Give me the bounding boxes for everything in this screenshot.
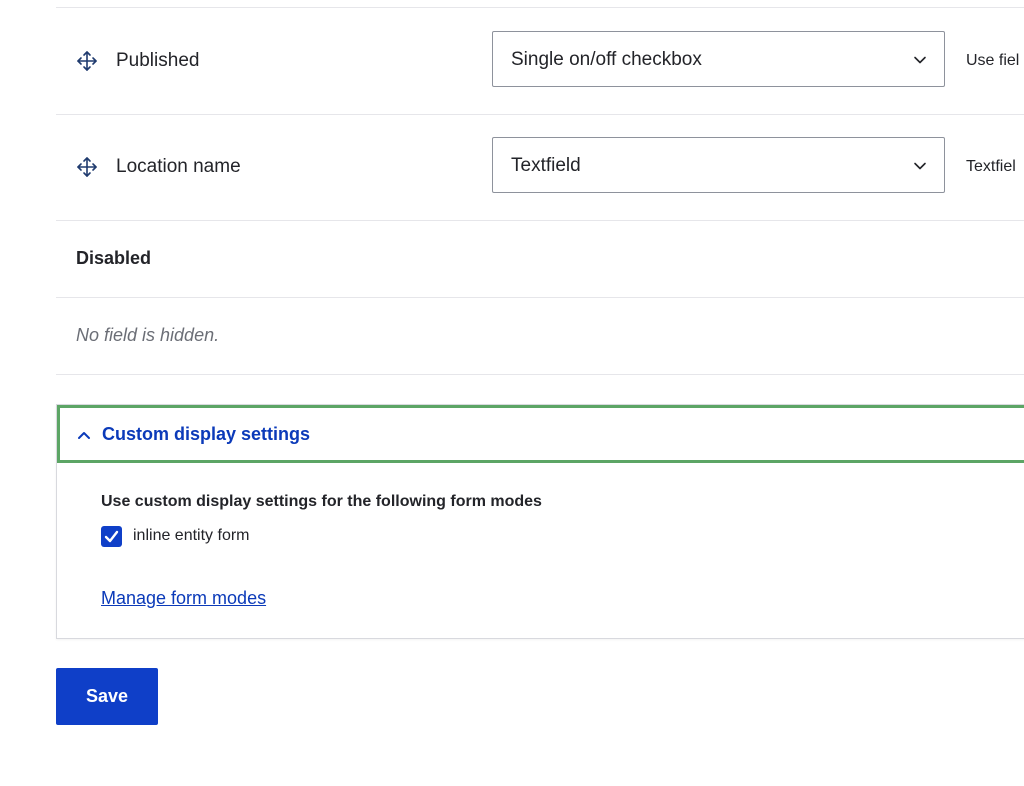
chevron-down-icon xyxy=(912,158,928,174)
widget-select[interactable]: Single on/off checkbox xyxy=(492,31,945,87)
inline-entity-form-checkbox[interactable] xyxy=(101,526,122,547)
details-summary-toggle[interactable]: Custom display settings xyxy=(57,405,1024,463)
field-row-published: Published Single on/off checkbox Use fie… xyxy=(56,8,1024,115)
checkmark-icon xyxy=(104,530,119,543)
manage-form-modes-link[interactable]: Manage form modes xyxy=(101,588,266,609)
chevron-up-icon xyxy=(76,428,92,442)
region-heading: Disabled xyxy=(76,248,152,268)
move-arrows-icon[interactable] xyxy=(76,50,98,72)
region-row-disabled: Disabled xyxy=(56,220,1024,298)
widget-select-value: Textfield xyxy=(511,155,581,176)
region-empty-row: No field is hidden. xyxy=(56,297,1024,375)
form-modes-fieldset-title: Use custom display settings for the foll… xyxy=(101,493,542,510)
field-label: Published xyxy=(116,50,200,71)
custom-display-settings-details: Custom display settings Use custom displ… xyxy=(56,404,1024,639)
field-label: Location name xyxy=(116,156,241,177)
save-button[interactable]: Save xyxy=(56,668,158,725)
move-arrows-icon[interactable] xyxy=(76,156,98,178)
checkbox-label[interactable]: inline entity form xyxy=(133,527,250,545)
widget-select[interactable]: Textfield xyxy=(492,137,945,193)
details-summary-title: Custom display settings xyxy=(102,424,311,444)
widget-select-value: Single on/off checkbox xyxy=(511,49,702,70)
chevron-down-icon xyxy=(912,52,928,68)
region-empty-message: No field is hidden. xyxy=(76,325,220,345)
widget-settings-summary: Textfiel xyxy=(966,158,1016,175)
widget-settings-summary: Use fiel xyxy=(966,52,1020,69)
field-row-location-name: Location name Textfield Textfiel xyxy=(56,114,1024,221)
